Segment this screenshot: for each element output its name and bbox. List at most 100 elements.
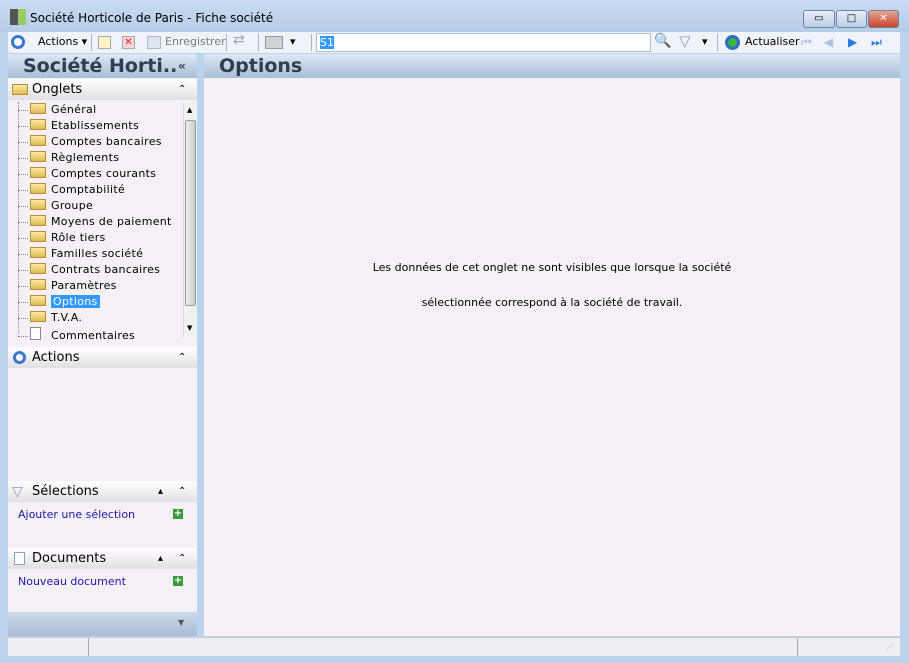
tree-item[interactable]: Paramètres — [18, 279, 117, 292]
new-document-icon[interactable]: + — [173, 576, 183, 586]
actions-icon — [11, 35, 25, 49]
folder-icon — [30, 231, 46, 242]
tree-item[interactable]: Moyens de paiement — [18, 215, 172, 228]
scroll-down-icon[interactable]: ▼ — [187, 324, 192, 332]
collapse-panel-button[interactable]: « — [178, 54, 186, 78]
add-selection-link[interactable]: Ajouter une sélection — [18, 508, 135, 521]
document-icon — [30, 327, 41, 340]
status-bar: ⋰ — [8, 637, 900, 656]
scroll-up-icon[interactable]: ▲ — [187, 106, 192, 114]
new-document-link[interactable]: Nouveau document — [18, 575, 126, 588]
search-icon[interactable]: 🔍 — [654, 33, 671, 49]
tree-connector — [18, 237, 28, 239]
tree-item[interactable]: Rôle tiers — [18, 231, 106, 244]
delete-icon[interactable]: ✕ — [122, 36, 135, 49]
print-dropdown-icon[interactable]: ▾ — [290, 35, 296, 48]
tree-item[interactable]: Commentaires — [18, 327, 135, 342]
tree-item-label: Rôle tiers — [51, 231, 106, 244]
section-title: Documents — [32, 551, 107, 566]
main-content — [204, 78, 900, 636]
tree-connector — [18, 269, 28, 271]
print-icon[interactable] — [265, 36, 283, 49]
tree-scrollbar[interactable]: ▲ ▼ — [183, 102, 197, 338]
left-panel-header: Société Horti.. « — [8, 54, 197, 78]
last-record-icon[interactable]: ⏭ — [871, 35, 882, 50]
save-button[interactable]: Enregistrer — [165, 35, 226, 48]
tree-item[interactable]: Etablissements — [18, 119, 139, 132]
tree-item[interactable]: Contrats bancaires — [18, 263, 160, 276]
selections-section-header[interactable]: ▽ Sélections ▴ ⌃ — [8, 481, 197, 502]
folder-icon — [30, 103, 46, 114]
app-icon — [10, 9, 26, 25]
tree-item-label: Commentaires — [51, 329, 136, 342]
folder-icon — [30, 263, 46, 274]
resize-grip-icon[interactable]: ⋰ — [886, 642, 894, 651]
new-icon[interactable] — [98, 36, 111, 49]
tree-connector — [18, 173, 28, 175]
onglets-section-header[interactable]: Onglets ⌃ — [8, 79, 197, 100]
minimize-button[interactable]: ▭ — [803, 10, 835, 28]
tree-connector — [18, 109, 28, 111]
next-record-icon[interactable]: ▶ — [848, 35, 857, 49]
tree-item-label: Groupe — [51, 199, 94, 212]
collapse-icon[interactable]: ⌃ — [178, 347, 186, 368]
status-cell — [8, 638, 89, 656]
tree-item[interactable]: Comptabilité — [18, 183, 125, 196]
minimize-section-icon[interactable]: ▴ — [158, 548, 163, 569]
minimize-section-icon[interactable]: ▴ — [158, 481, 163, 502]
tree-item[interactable]: Options — [18, 295, 100, 308]
folder-icon — [30, 279, 46, 290]
tree-item-label: Paramètres — [51, 279, 117, 292]
refresh-button[interactable]: Actualiser — [745, 35, 800, 48]
folder-icon — [30, 167, 46, 178]
close-button[interactable]: ✕ — [868, 10, 899, 28]
sync-icon[interactable]: ⇄ — [233, 32, 245, 48]
tree-item[interactable]: Comptes bancaires — [18, 135, 162, 148]
tree-item-label: Général — [51, 103, 97, 116]
tree-item[interactable]: Comptes courants — [18, 167, 156, 180]
collapse-icon[interactable]: ⌃ — [178, 548, 186, 569]
tree-item-label: Etablissements — [51, 119, 140, 132]
overflow-dropdown-icon[interactable]: ▼ — [178, 618, 184, 627]
folder-icon — [30, 151, 46, 162]
tree-item[interactable]: Groupe — [18, 199, 93, 212]
actions-icon — [13, 351, 26, 364]
tree-item-label: Moyens de paiement — [51, 215, 172, 228]
search-input[interactable]: S1 — [316, 33, 651, 52]
collapse-icon[interactable]: ⌃ — [178, 79, 186, 100]
tree-connector — [18, 285, 28, 287]
tree-item[interactable]: Général — [18, 103, 96, 116]
company-name: Société Horti.. — [23, 55, 178, 77]
scrollbar-thumb[interactable] — [185, 120, 196, 306]
tree-item[interactable]: Règlements — [18, 151, 119, 164]
actions-label: Actions — [38, 35, 79, 48]
tree-connector — [18, 157, 28, 159]
section-title: Onglets — [32, 82, 83, 97]
window-title: Société Horticole de Paris - Fiche socié… — [30, 11, 274, 25]
tree-connector — [18, 317, 28, 319]
tree-item-label: Comptabilité — [51, 183, 125, 196]
save-icon — [147, 36, 161, 49]
collapse-icon[interactable]: ⌃ — [178, 481, 186, 502]
tree-connector — [18, 301, 28, 303]
tree-item-label: Comptes bancaires — [51, 135, 162, 148]
panel-overflow-bar: ▼ — [8, 612, 197, 636]
tree-item-label: Comptes courants — [51, 167, 157, 180]
tree-item-label: Contrats bancaires — [51, 263, 161, 276]
actions-section-header[interactable]: Actions ⌃ — [8, 347, 197, 368]
folder-icon — [30, 215, 46, 226]
maximize-button[interactable]: □ — [836, 10, 867, 28]
tree-item[interactable]: Familles société — [18, 247, 143, 260]
folder-icon — [30, 199, 46, 210]
tree-item[interactable]: T.V.A. — [18, 311, 82, 324]
folder-icon — [30, 135, 46, 146]
filter-dropdown-icon[interactable]: ▾ — [702, 35, 708, 48]
actions-menu-button[interactable]: Actions ▾ — [38, 35, 87, 48]
main-header: Options — [204, 54, 900, 78]
documents-section-header[interactable]: Documents ▴ ⌃ — [8, 548, 197, 569]
document-icon — [14, 552, 25, 565]
filter-icon[interactable]: ▽ — [679, 32, 691, 50]
first-record-icon[interactable]: ⏮ — [801, 35, 812, 50]
previous-record-icon[interactable]: ◀ — [824, 35, 833, 49]
add-selection-icon[interactable]: + — [173, 509, 183, 519]
